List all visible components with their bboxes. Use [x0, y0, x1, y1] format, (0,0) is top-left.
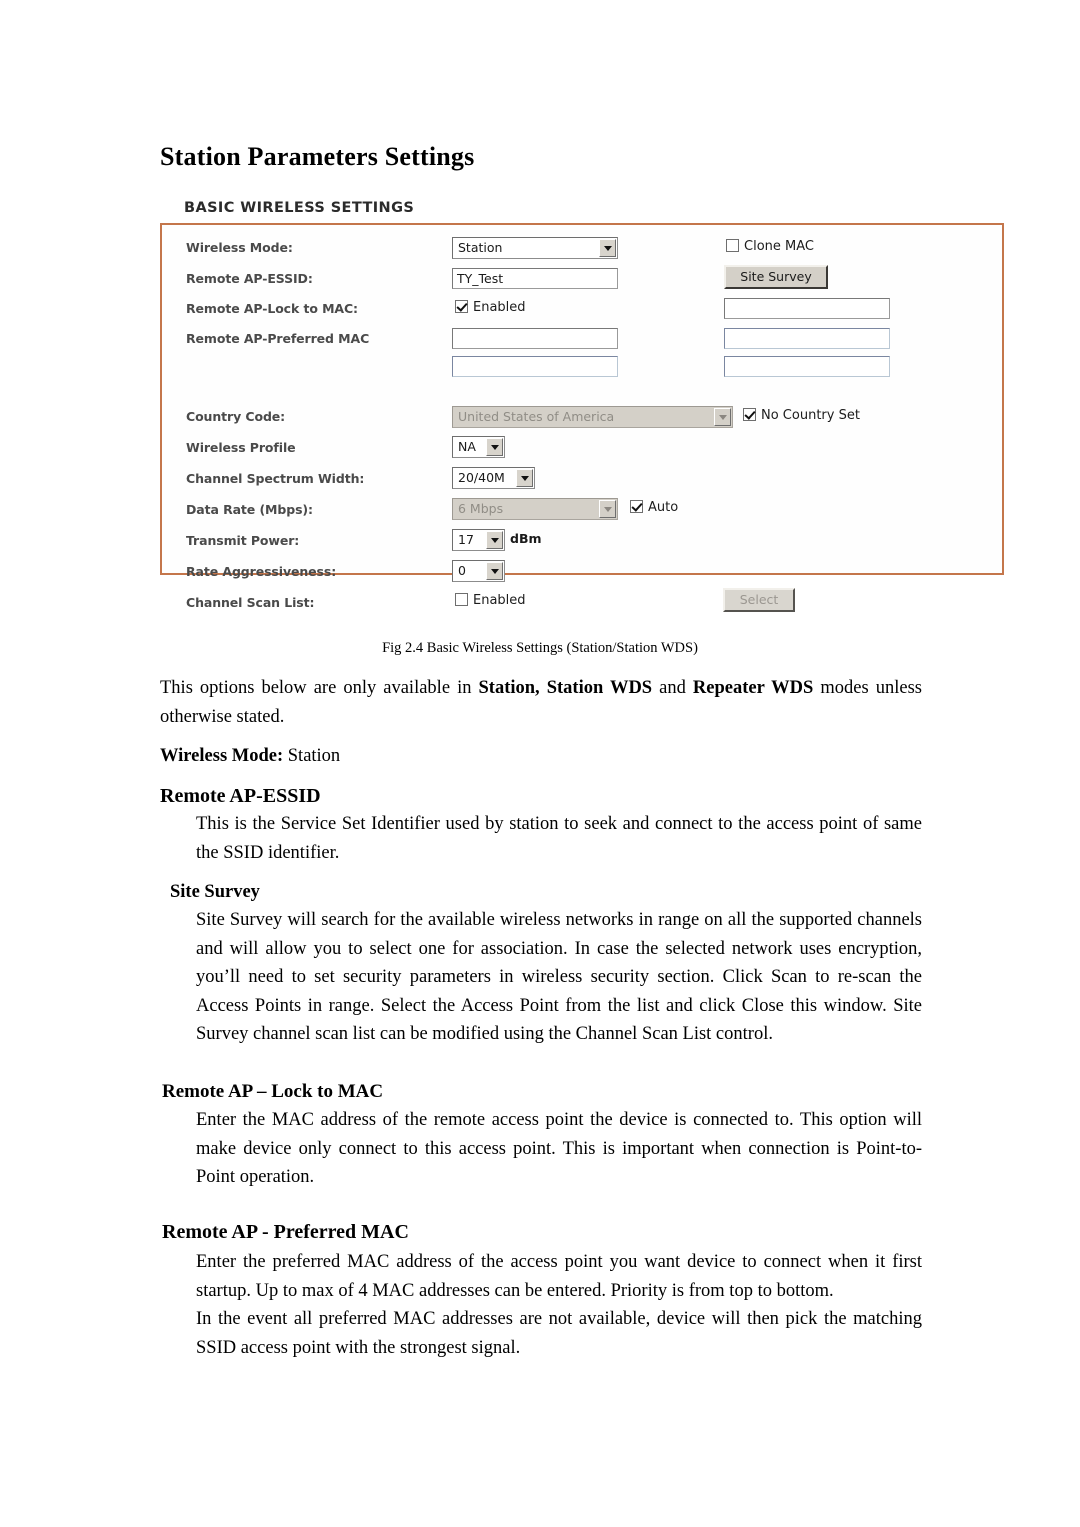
text-remote-ap-preferred-mac-2: In the event all preferred MAC addresses…	[196, 1309, 922, 1358]
checkbox-data-rate-auto[interactable]: Auto	[630, 500, 678, 516]
site-survey-button[interactable]: Site Survey	[724, 265, 828, 289]
label-remote-ap-lock-to-mac: Remote AP-Lock to MAC:	[186, 301, 358, 316]
chevron-down-icon[interactable]	[599, 500, 616, 518]
checkbox-channel-scan-list[interactable]: Enabled	[455, 593, 526, 609]
label-remote-ap-essid: Remote AP-ESSID:	[186, 271, 313, 286]
row-remote-ap-preferred-mac-2	[162, 356, 1002, 388]
checkbox-data-rate-auto-label: Auto	[648, 500, 679, 515]
select-wireless-profile-value: NA	[458, 439, 476, 454]
text-site-survey: Site Survey will search for the availabl…	[196, 910, 922, 1044]
chevron-down-icon[interactable]	[599, 239, 616, 257]
row-remote-ap-essid: Remote AP-ESSID: TY_Test Site Survey	[162, 265, 1002, 300]
heading-remote-ap-lock-to-mac: Remote AP – Lock to MAC	[162, 1081, 384, 1102]
wireless-mode-line: Wireless Mode: Station	[160, 742, 922, 771]
row-data-rate: Data Rate (Mbps): 6 Mbps Auto	[162, 498, 1002, 531]
checkbox-no-country-set-label: No Country Set	[761, 408, 860, 423]
input-remote-ap-essid[interactable]: TY_Test	[452, 268, 618, 289]
document-page: Station Parameters Settings BASIC WIRELE…	[0, 0, 1080, 1527]
input-preferred-mac-1[interactable]	[452, 328, 618, 349]
label-country-code: Country Code:	[186, 409, 286, 424]
chevron-down-icon[interactable]	[714, 408, 731, 426]
input-preferred-mac-4[interactable]	[724, 356, 890, 377]
row-channel-scan-list: Channel Scan List: Enabled Select	[162, 588, 1002, 624]
intro-text-2: and	[652, 678, 693, 698]
label-remote-ap-preferred-mac: Remote AP-Preferred MAC	[186, 331, 370, 346]
chevron-down-icon[interactable]	[516, 469, 533, 487]
checkbox-data-rate-auto-box[interactable]	[630, 500, 643, 513]
input-lock-to-mac-address[interactable]	[724, 298, 890, 319]
figure-basic-wireless-settings: BASIC WIRELESS SETTINGS Wireless Mode: S…	[160, 200, 1004, 612]
panel-heading: BASIC WIRELESS SETTINGS	[184, 200, 415, 216]
checkbox-clone-mac[interactable]: Clone MAC	[726, 239, 814, 255]
row-wireless-mode: Wireless Mode: Station Clone MAC	[162, 237, 1002, 269]
select-channel-spectrum-width[interactable]: 20/40M	[452, 467, 535, 489]
text-remote-ap-preferred-mac-1: Enter the preferred MAC address of the a…	[196, 1252, 922, 1301]
label-channel-scan-list: Channel Scan List:	[186, 595, 315, 610]
label-wireless-mode: Wireless Mode:	[186, 240, 293, 255]
select-wireless-mode[interactable]: Station	[452, 237, 618, 259]
wireless-mode-heading: Wireless Mode:	[160, 746, 284, 766]
select-data-rate[interactable]: 6 Mbps	[452, 498, 618, 520]
input-preferred-mac-2[interactable]	[724, 328, 890, 349]
wireless-mode-value: Station	[283, 746, 341, 766]
checkbox-no-country-set[interactable]: No Country Set	[743, 408, 860, 424]
label-wireless-profile: Wireless Profile	[186, 440, 296, 455]
heading-remote-ap-preferred-mac: Remote AP - Preferred MAC	[162, 1221, 409, 1243]
intro-bold-2: Repeater WDS	[692, 678, 814, 698]
select-data-rate-value: 6 Mbps	[458, 501, 504, 516]
select-wireless-mode-value: Station	[458, 240, 503, 255]
text-remote-ap-lock-to-mac: Enter the MAC address of the remote acce…	[196, 1110, 922, 1187]
intro-paragraph: This options below are only available in…	[160, 674, 922, 731]
select-channel-spectrum-width-value: 20/40M	[458, 470, 505, 485]
heading-remote-ap-essid: Remote AP-ESSID	[160, 785, 321, 807]
row-wireless-profile: Wireless Profile NA	[162, 436, 1002, 469]
select-transmit-power[interactable]: 17	[452, 529, 505, 551]
chevron-down-icon[interactable]	[486, 531, 503, 549]
page-title: Station Parameters Settings	[160, 142, 475, 171]
select-country-code[interactable]: United States of America	[452, 406, 733, 428]
row-transmit-power: Transmit Power: 17 dBm	[162, 529, 1002, 562]
transmit-power-unit: dBm	[510, 531, 542, 546]
row-remote-ap-lock-to-mac: Remote AP-Lock to MAC: Enabled	[162, 298, 1002, 330]
chevron-down-icon[interactable]	[486, 562, 503, 580]
checkbox-lock-to-mac-label: Enabled	[473, 300, 526, 315]
row-country-code: Country Code: United States of America N…	[162, 406, 1002, 438]
intro-bold-1: Station, Station WDS	[478, 678, 653, 698]
checkbox-no-country-set-box[interactable]	[743, 408, 756, 421]
label-transmit-power: Transmit Power:	[186, 533, 300, 548]
select-country-code-value: United States of America	[458, 409, 615, 424]
select-wireless-profile[interactable]: NA	[452, 436, 505, 458]
checkbox-lock-to-mac-box[interactable]	[455, 300, 468, 313]
checkbox-clone-mac-label: Clone MAC	[744, 239, 814, 254]
checkbox-lock-to-mac[interactable]: Enabled	[455, 300, 526, 316]
label-channel-spectrum-width: Channel Spectrum Width:	[186, 471, 365, 486]
checkbox-channel-scan-list-box[interactable]	[455, 593, 468, 606]
intro-text-1: This options below are only available in	[160, 678, 479, 698]
chevron-down-icon[interactable]	[486, 438, 503, 456]
label-rate-aggressiveness: Rate Aggressiveness:	[186, 564, 337, 579]
checkbox-clone-mac-box[interactable]	[726, 239, 739, 252]
select-rate-aggressiveness[interactable]: 0	[452, 560, 505, 582]
row-rate-aggressiveness: Rate Aggressiveness: 0	[162, 560, 1002, 593]
label-data-rate: Data Rate (Mbps):	[186, 502, 313, 517]
figure-caption: Fig 2.4 Basic Wireless Settings (Station…	[382, 640, 698, 656]
select-button[interactable]: Select	[723, 588, 795, 612]
checkbox-channel-scan-list-label: Enabled	[473, 593, 526, 608]
row-channel-spectrum-width: Channel Spectrum Width: 20/40M	[162, 467, 1002, 500]
input-preferred-mac-3[interactable]	[452, 356, 618, 377]
basic-wireless-settings-panel: Wireless Mode: Station Clone MAC Remote …	[160, 223, 1004, 612]
select-rate-aggressiveness-value: 0	[458, 563, 466, 578]
select-transmit-power-value: 17	[458, 532, 474, 547]
heading-site-survey: Site Survey	[170, 882, 260, 902]
text-remote-ap-essid: This is the Service Set Identifier used …	[196, 814, 922, 863]
